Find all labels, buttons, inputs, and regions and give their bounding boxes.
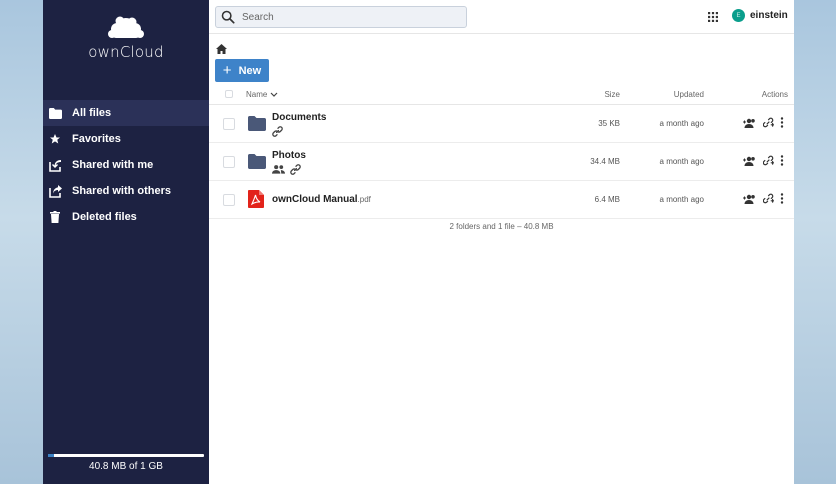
row-actions (743, 117, 784, 128)
select-all-checkbox[interactable] (225, 90, 233, 98)
file-updated: a month ago (659, 157, 704, 166)
row-actions (743, 155, 784, 166)
table-row[interactable]: ownCloud Manual.pdf 6.4 MB a month ago (209, 181, 794, 219)
sidebar-item-shared-with-me[interactable]: Shared with me (43, 152, 209, 178)
topbar: E einstein (209, 0, 794, 34)
add-people-icon[interactable] (743, 118, 757, 128)
row-checkbox[interactable] (223, 118, 235, 130)
folder-icon (48, 106, 62, 120)
share-link-icon[interactable] (763, 155, 774, 166)
column-header-updated[interactable]: Updated (674, 90, 704, 99)
user-menu[interactable]: E einstein (732, 9, 788, 22)
people-icon[interactable] (272, 164, 285, 174)
column-header-size[interactable]: Size (604, 90, 620, 99)
column-header-actions: Actions (761, 90, 788, 99)
breadcrumb (216, 41, 227, 59)
logo-text: ownCloud (88, 43, 164, 61)
folder-icon (248, 116, 266, 131)
file-name[interactable]: Photos (272, 150, 306, 161)
chevron-down-icon (270, 92, 278, 97)
sidebar-item-label: Favorites (72, 133, 121, 145)
file-size: 35 KB (598, 119, 620, 128)
more-options-icon[interactable] (780, 117, 784, 128)
sidebar-nav: All files Favorites Shared with me Share… (43, 100, 209, 230)
shared-out-icon (48, 184, 62, 198)
files-summary: 2 folders and 1 file – 40.8 MB (449, 222, 554, 231)
row-checkbox[interactable] (223, 156, 235, 168)
sidebar: ownCloud All files Favorites Shared with… (43, 0, 209, 484)
file-name[interactable]: ownCloud Manual.pdf (272, 194, 371, 205)
sidebar-item-label: All files (72, 107, 112, 119)
plus-icon: + (222, 62, 232, 79)
quota-bar-fill (48, 454, 55, 457)
star-icon (48, 132, 62, 146)
owncloud-logo[interactable]: ownCloud (43, 14, 209, 61)
app-grid-icon[interactable] (708, 12, 718, 22)
link-icon[interactable] (290, 164, 301, 175)
pdf-file-icon (248, 190, 264, 208)
sidebar-item-label: Deleted files (72, 211, 137, 223)
search-icon (221, 10, 235, 24)
sidebar-item-deleted-files[interactable]: Deleted files (43, 204, 209, 230)
share-badges (272, 126, 283, 137)
table-header: Name Size Updated Actions (209, 86, 794, 105)
trash-icon (48, 210, 62, 224)
file-size: 6.4 MB (594, 195, 620, 204)
column-header-name[interactable]: Name (246, 90, 278, 99)
search-box[interactable] (215, 6, 467, 28)
file-updated: a month ago (659, 119, 704, 128)
link-icon[interactable] (272, 126, 283, 137)
cloud-logo-icon (108, 16, 144, 38)
sidebar-item-all-files[interactable]: All files (43, 100, 209, 126)
share-link-icon[interactable] (763, 117, 774, 128)
search-input[interactable] (240, 10, 464, 24)
sidebar-item-label: Shared with others (72, 185, 172, 197)
sidebar-item-favorites[interactable]: Favorites (43, 126, 209, 152)
add-people-icon[interactable] (743, 194, 757, 204)
file-size: 34.4 MB (590, 157, 620, 166)
folder-icon (248, 154, 266, 169)
more-options-icon[interactable] (780, 193, 784, 204)
main-content: E einstein + New Name Size Updated Act (209, 0, 794, 484)
add-people-icon[interactable] (743, 156, 757, 166)
shared-in-icon (48, 158, 62, 172)
new-button-label: New (238, 64, 262, 77)
files-table: Name Size Updated Actions Documents 35 K… (209, 86, 794, 219)
table-row[interactable]: Documents 35 KB a month ago (209, 105, 794, 143)
avatar: E (732, 9, 745, 22)
home-icon[interactable] (216, 44, 227, 54)
file-updated: a month ago (659, 195, 704, 204)
row-actions (743, 193, 784, 204)
user-name: einstein (750, 10, 788, 21)
storage-quota: 40.8 MB of 1 GB (48, 454, 204, 472)
app-window: ownCloud All files Favorites Shared with… (43, 0, 794, 484)
share-link-icon[interactable] (763, 193, 774, 204)
share-badges (272, 164, 301, 175)
sidebar-item-label: Shared with me (72, 159, 154, 171)
sidebar-item-shared-with-others[interactable]: Shared with others (43, 178, 209, 204)
table-row[interactable]: Photos 34.4 MB a month ago (209, 143, 794, 181)
row-checkbox[interactable] (223, 194, 235, 206)
quota-text: 40.8 MB of 1 GB (89, 461, 163, 472)
file-name[interactable]: Documents (272, 112, 326, 123)
more-options-icon[interactable] (780, 155, 784, 166)
quota-bar (48, 454, 204, 457)
new-button[interactable]: + New (215, 59, 269, 82)
